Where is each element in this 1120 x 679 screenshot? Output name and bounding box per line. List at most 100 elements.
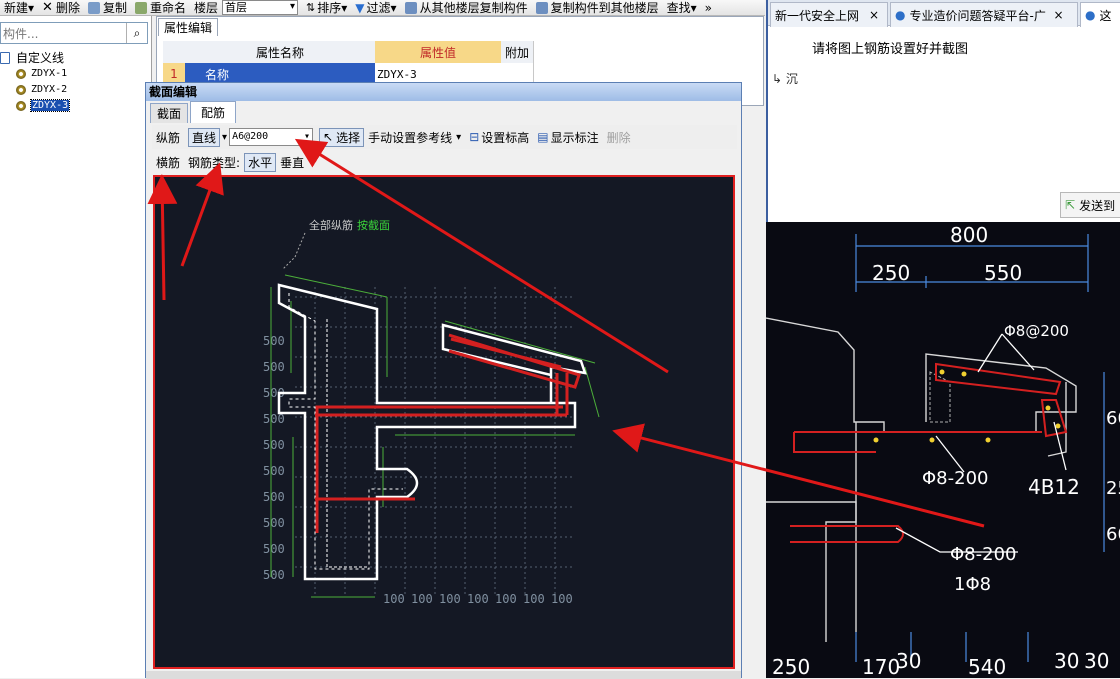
search-icon[interactable]: ⌕ [126,23,147,43]
filter-icon: ▼ [355,0,365,15]
tab-rebar[interactable]: 配筋 [190,101,236,123]
close-icon[interactable]: × [869,8,879,22]
chat-reply: ↳ 沉 [772,70,798,87]
chevron-down-icon: ▾ [341,0,348,15]
find-button[interactable]: 查找 ▾ [663,0,701,16]
vertical-button[interactable]: 垂直 [276,153,308,172]
toolbar-overflow-button[interactable]: » [701,0,716,15]
grid-left-label: 500 [263,568,285,582]
tree-item-zdyx-3[interactable]: ZDYX-3 [16,98,71,113]
cad-right-dim: 60 [1106,408,1120,429]
copy-icon [87,1,100,14]
grid-bottom-label: 100 [467,592,489,606]
dialog-title[interactable]: 截面编辑 [146,83,741,101]
section-drawing[interactable]: 500 500 500 500 500 500 500 500 500 500 … [155,177,733,667]
copy-label: 复制 [102,1,127,15]
copy-from-floor-button[interactable]: 从其他楼层复制构件 [401,0,532,15]
select-button[interactable]: ↖ 选择 [319,127,365,147]
cad-right-dim: 250 [1106,478,1120,499]
grid-bottom-label: 100 [551,592,573,606]
chevron-down-icon[interactable]: ▾ [222,132,227,143]
overflow-label: » [704,0,712,15]
all-longitudinal-text: 全部纵筋 [309,218,353,232]
tab-property-edit[interactable]: 属性编辑 [158,18,218,36]
send-to-button[interactable]: ⇱ 发送到 [1060,192,1120,218]
column-header-name[interactable]: 属性名称 [185,41,376,64]
horizontal-label: 水平 [248,155,273,170]
rebar-spec-input[interactable]: A6@200 ▾ [229,128,314,146]
column-header-value[interactable]: 属性值 [375,41,502,64]
tree-item-label: ZDYX-2 [31,84,68,95]
set-elevation-button[interactable]: ⊟ 设置标高 [465,128,533,147]
grid-bottom-label: 100 [495,592,517,606]
new-label: 新建 [4,1,29,15]
cad-rebar [790,362,1068,543]
component-panel: 构件... ⌕ 自定义线 ZDYX-1 ZDYX-2 ZDYX-3 [0,16,152,678]
delete-rebar-label: 删除 [606,130,631,145]
component-node-icon [16,84,26,95]
cad-bottom-dim: 30 [1054,649,1079,673]
tree-item-label: ZDYX-1 [31,68,68,79]
tree-root[interactable]: 自定义线 [0,50,64,65]
column-header-extra[interactable]: 附加 [501,41,534,64]
grid-axis-labels: 500 500 500 500 500 500 500 500 500 500 … [263,334,573,606]
show-annotation-button[interactable]: ▤ 显示标注 [533,128,602,147]
browser-tab-1[interactable]: 新一代安全上网 × [770,2,888,27]
reply-text: 沉 [785,72,798,86]
close-icon[interactable]: × [1053,8,1063,22]
reply-icon: ↳ [772,72,786,86]
sort-button[interactable]: ⇅ 排序 ▾ [302,0,351,16]
select-label: 选择 [336,130,361,145]
chevron-down-icon: ▾ [690,0,697,15]
grid-bottom-label: 100 [383,592,405,606]
horizontal-button[interactable]: 水平 [244,152,277,172]
tree-expand-icon[interactable] [0,51,10,64]
floor-label: 楼层 [190,0,222,15]
delete-label: 删除 [55,1,80,15]
copy-to-floor-button[interactable]: 复制构件到其他楼层 [532,0,663,15]
copy-from-icon [404,1,417,14]
browser-tab-3[interactable]: ● 这 [1080,2,1120,27]
chevron-down-icon: ▾ [28,0,35,15]
delete-rebar-button[interactable]: 删除 [603,128,635,147]
rebar-lines [315,333,581,533]
filter-label: 过滤 [366,1,391,15]
delete-button[interactable]: ✕ 删除 [38,0,84,15]
cad-reference-drawing: 800 250 550 Φ8@200 Φ8-200 4B12 Φ8-200 1Φ… [766,222,1120,678]
cad-bottom-dim: 170 [862,655,900,678]
grid-left-label: 500 [263,516,285,530]
cad-dim-top: 800 [950,223,988,247]
sort-label: 排序 [317,1,342,15]
cad-bottom-dim: 540 [968,655,1006,678]
annotation-leader [282,232,306,270]
rebar-type-label: 钢筋类型: [188,155,241,170]
copy-from-label: 从其他楼层复制构件 [419,1,528,15]
line-mode-button[interactable]: 直线 [188,127,221,147]
copy-to-icon [535,1,548,14]
component-search[interactable]: 构件... ⌕ [0,22,148,44]
tab-section[interactable]: 截面 [150,103,188,123]
rename-button[interactable]: 重命名 [131,0,190,15]
tree-item-zdyx-2[interactable]: ZDYX-2 [16,82,67,97]
new-button[interactable]: 新建 ▾ [0,0,38,16]
tree-item-zdyx-1[interactable]: ZDYX-1 [16,66,67,81]
manual-reference-line-button[interactable]: 手动设置参考线 ▾ [364,128,465,147]
grid-bottom-label: 100 [523,592,545,606]
cad-rebar-label: Φ8-200 [922,468,988,489]
rebar-toolbar: 纵筋 直线 ▾ A6@200 ▾ ↖ 选择 手动设置参考线 ▾ ⊟ 设置标高 ▤ 显示标注… [152,125,737,149]
tab-title: 新一代安全上网 [775,8,860,23]
section-drawing-canvas[interactable]: 500 500 500 500 500 500 500 500 500 500 … [153,175,735,669]
tab-title: 专业造价问题答疑平台-广 [909,8,1046,23]
site-icon: ● [1085,8,1096,22]
search-input[interactable]: 构件... [1,25,126,42]
cad-rebar-label: Φ8@200 [1004,322,1069,340]
filter-button[interactable]: ▼ 过滤 ▾ [351,0,400,16]
copy-button[interactable]: 复制 [84,0,131,15]
floor-label-text: 楼层 [194,1,219,15]
floor-select[interactable]: 首层 [222,0,299,15]
tab-label: 配筋 [200,106,225,120]
cad-right-dim: 60 [1106,524,1120,545]
grid-left-label: 500 [263,464,285,478]
grid-left-label: 500 [263,360,285,374]
browser-tab-2[interactable]: ● 专业造价问题答疑平台-广 × [890,2,1078,27]
